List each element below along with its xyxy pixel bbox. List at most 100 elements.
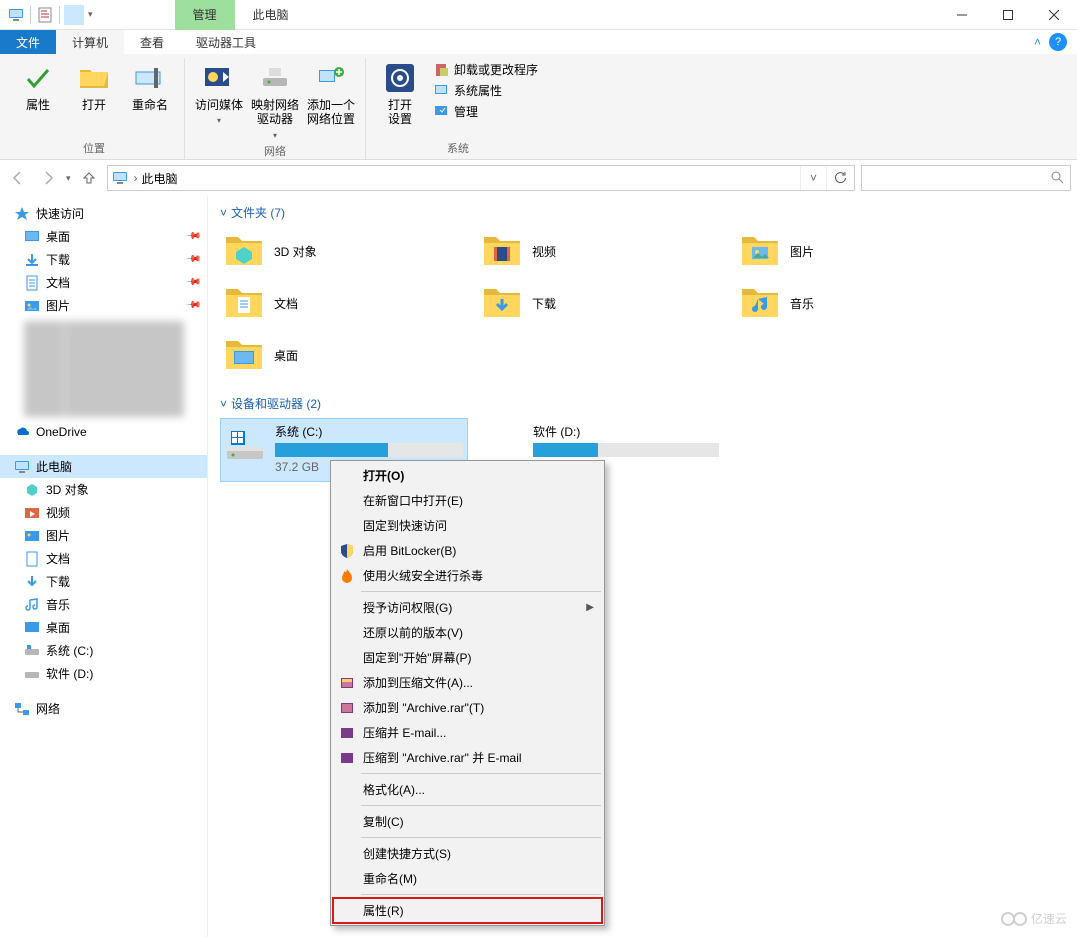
ribbon: 属性 打开 重命名 位置 访问媒体 bbox=[0, 54, 1077, 160]
ribbon-tab-file[interactable]: 文件 bbox=[0, 30, 56, 54]
close-button[interactable] bbox=[1031, 0, 1077, 30]
back-button[interactable] bbox=[6, 166, 30, 190]
sidebar-this-pc[interactable]: 此电脑 bbox=[0, 455, 207, 478]
title-tab-manage[interactable]: 管理 bbox=[175, 0, 235, 30]
ribbon-rename-button[interactable]: 重命名 bbox=[124, 58, 176, 137]
sidebar-downloads[interactable]: 下载 bbox=[0, 570, 207, 593]
folder-downloads[interactable]: 下载 bbox=[478, 279, 728, 327]
media-icon bbox=[203, 62, 235, 94]
menu-copy[interactable]: 复制(C) bbox=[333, 809, 602, 834]
folder-music[interactable]: 音乐 bbox=[736, 279, 986, 327]
up-button[interactable] bbox=[77, 166, 101, 190]
section-folders-header[interactable]: ˅ 文件夹 (7) bbox=[220, 204, 1065, 221]
computer-icon bbox=[6, 5, 26, 25]
menu-pin-to-start[interactable]: 固定到"开始"屏幕(P) bbox=[333, 645, 602, 670]
sidebar-documents[interactable]: 文档📌 bbox=[0, 271, 207, 294]
addressbar-dropdown[interactable]: ˅ bbox=[800, 166, 826, 190]
sidebar-3d-objects[interactable]: 3D 对象 bbox=[0, 478, 207, 501]
pin-icon: 📌 bbox=[184, 297, 201, 314]
sidebar-downloads[interactable]: 下载📌 bbox=[0, 248, 207, 271]
ribbon-add-location-button[interactable]: 添加一个 网络位置 bbox=[305, 58, 357, 140]
drive-usage-bar bbox=[533, 443, 719, 457]
ribbon-map-drive-button[interactable]: 映射网络 驱动器 ▾ bbox=[249, 58, 301, 140]
computer-icon bbox=[110, 168, 130, 188]
ribbon-tab-view[interactable]: 查看 bbox=[124, 30, 180, 54]
sidebar-music[interactable]: 音乐 bbox=[0, 593, 207, 616]
sidebar-drive-c[interactable]: 系统 (C:) bbox=[0, 639, 207, 662]
ribbon-tab-computer[interactable]: 计算机 bbox=[56, 30, 124, 54]
ribbon-tab-drive-tools[interactable]: 驱动器工具 bbox=[180, 30, 272, 54]
ribbon-uninstall-button[interactable]: 卸载或更改程序 bbox=[430, 60, 542, 79]
menu-create-shortcut[interactable]: 创建快捷方式(S) bbox=[333, 841, 602, 866]
sidebar-desktop[interactable]: 桌面📌 bbox=[0, 225, 207, 248]
ribbon-properties-button[interactable]: 属性 bbox=[12, 58, 64, 137]
title-bar: ▾ 管理 此电脑 bbox=[0, 0, 1077, 30]
ribbon-media-button[interactable]: 访问媒体 ▾ bbox=[193, 58, 245, 140]
folder-videos[interactable]: 视频 bbox=[478, 227, 728, 275]
folder-icon bbox=[740, 283, 780, 323]
ribbon-group-label: 网络 bbox=[264, 140, 286, 162]
folders-grid: 3D 对象 视频 图片 文档 下载 音乐 bbox=[220, 227, 1065, 379]
section-drives-header[interactable]: ˅ 设备和驱动器 (2) bbox=[220, 395, 1065, 412]
sidebar-pictures[interactable]: 图片 bbox=[0, 524, 207, 547]
sidebar-videos[interactable]: 视频 bbox=[0, 501, 207, 524]
menu-add-to-archive[interactable]: 添加到压缩文件(A)... bbox=[333, 670, 602, 695]
menu-open[interactable]: 打开(O) bbox=[333, 463, 602, 488]
drive-label: 软件 (D:) bbox=[533, 423, 719, 440]
ribbon-open-button[interactable]: 打开 bbox=[68, 58, 120, 137]
folder-pictures[interactable]: 图片 bbox=[736, 227, 986, 275]
menu-restore-previous[interactable]: 还原以前的版本(V) bbox=[333, 620, 602, 645]
menu-grant-access[interactable]: 授予访问权限(G)▶ bbox=[333, 595, 602, 620]
ribbon-collapse-icon[interactable]: ˄ bbox=[1034, 35, 1041, 49]
chevron-right-icon: ▶ bbox=[586, 602, 594, 613]
menu-format[interactable]: 格式化(A)... bbox=[333, 777, 602, 802]
refresh-button[interactable] bbox=[826, 166, 852, 190]
folder-3d-objects[interactable]: 3D 对象 bbox=[220, 227, 470, 275]
shield-icon bbox=[339, 543, 355, 559]
help-icon[interactable]: ? bbox=[1049, 33, 1067, 51]
folder-icon bbox=[740, 231, 780, 271]
sidebar-documents[interactable]: 文档 bbox=[0, 547, 207, 570]
menu-compress-email[interactable]: 压缩并 E-mail... bbox=[333, 720, 602, 745]
folder-icon bbox=[224, 335, 264, 375]
chevron-down-icon: ˅ bbox=[220, 397, 227, 411]
qat-dropdown-icon[interactable] bbox=[64, 5, 84, 25]
folder-icon bbox=[224, 231, 264, 271]
folder-icon bbox=[482, 283, 522, 323]
ribbon-group-system: 打开 设置 卸载或更改程序 系统属性 管理 系统 bbox=[366, 58, 550, 159]
breadcrumb-segment[interactable]: 此电脑 bbox=[138, 170, 182, 187]
properties-icon[interactable] bbox=[35, 5, 55, 25]
address-bar[interactable]: › 此电脑 ˅ bbox=[107, 165, 855, 191]
ribbon-open-settings-button[interactable]: 打开 设置 bbox=[374, 58, 426, 137]
menu-separator bbox=[361, 894, 601, 895]
menu-properties[interactable]: 属性(R) bbox=[333, 898, 602, 923]
sidebar-pictures[interactable]: 图片📌 bbox=[0, 294, 207, 317]
menu-add-to-rar[interactable]: 添加到 "Archive.rar"(T) bbox=[333, 695, 602, 720]
minimize-button[interactable] bbox=[939, 0, 985, 30]
menu-rename[interactable]: 重命名(M) bbox=[333, 866, 602, 891]
winrar-icon bbox=[339, 700, 355, 716]
folder-documents[interactable]: 文档 bbox=[220, 279, 470, 327]
sidebar-desktop[interactable]: 桌面 bbox=[0, 616, 207, 639]
menu-separator bbox=[361, 805, 601, 806]
ribbon-manage-button[interactable]: 管理 bbox=[430, 102, 542, 121]
forward-button[interactable] bbox=[36, 166, 60, 190]
folder-desktop[interactable]: 桌面 bbox=[220, 331, 470, 379]
drive-usage-bar bbox=[275, 443, 463, 457]
menu-bitlocker[interactable]: 启用 BitLocker(B) bbox=[333, 538, 602, 563]
sidebar-network[interactable]: 网络 bbox=[0, 697, 207, 720]
sidebar-drive-d[interactable]: 软件 (D:) bbox=[0, 662, 207, 685]
blurred-personal-folders bbox=[24, 321, 184, 417]
search-input[interactable] bbox=[861, 165, 1071, 191]
menu-pin-quick-access[interactable]: 固定到快速访问 bbox=[333, 513, 602, 538]
chevron-down-icon[interactable]: ▾ bbox=[86, 9, 95, 20]
sidebar-quick-access[interactable]: 快速访问 bbox=[0, 202, 207, 225]
sidebar-onedrive[interactable]: OneDrive bbox=[0, 421, 207, 443]
title-tab-current: 此电脑 bbox=[235, 0, 307, 30]
recent-locations-dropdown[interactable]: ▾ bbox=[66, 173, 71, 184]
menu-compress-rar-email[interactable]: 压缩到 "Archive.rar" 并 E-mail bbox=[333, 745, 602, 770]
maximize-button[interactable] bbox=[985, 0, 1031, 30]
menu-open-new-window[interactable]: 在新窗口中打开(E) bbox=[333, 488, 602, 513]
ribbon-sysprops-button[interactable]: 系统属性 bbox=[430, 81, 542, 100]
menu-huorong-scan[interactable]: 使用火绒安全进行杀毒 bbox=[333, 563, 602, 588]
